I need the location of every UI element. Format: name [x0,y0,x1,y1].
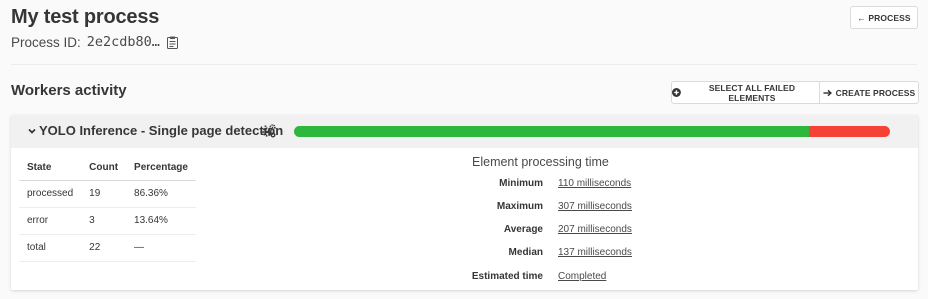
cogs-icon [262,124,276,138]
state-cell: error [19,207,82,235]
progress-error-segment [808,126,890,137]
process-id-value: 2e2cdb80… [86,34,160,50]
timing-row-maximum: Maximum 307 milliseconds [441,201,632,212]
timing-row-average: Average 207 milliseconds [441,224,632,235]
worker-progress-bar [294,126,890,137]
section-title: Workers activity [11,82,127,99]
state-cell: processed [19,180,82,208]
arrow-right-icon [823,89,832,96]
page-title: My test process [11,6,160,28]
worker-card: YOLO Inference - Single page detection S… [11,115,918,290]
table-row: total 22 — [19,234,196,262]
create-process-button[interactable]: CREATE PROCESS [820,81,919,104]
timing-title: Element processing time [472,155,609,169]
timing-row-median: Median 137 milliseconds [441,247,632,258]
timing-value[interactable]: 110 milliseconds [558,178,631,189]
timing-value[interactable]: 137 milliseconds [558,247,632,258]
timing-label: Median [508,247,543,258]
percentage-cell: — [126,234,196,262]
state-cell: total [19,234,82,262]
clipboard-icon[interactable] [166,36,178,49]
process-id-label: Process ID: [11,34,81,50]
process-id: Process ID: 2e2cdb80… [11,34,178,50]
percentage-cell: 86.36% [126,180,196,208]
header-divider [11,64,917,65]
progress-processed-segment [294,126,809,137]
select-failed-elements-button[interactable]: SELECT ALL FAILED ELEMENTS [671,81,820,104]
percentage-cell: 13.64% [126,207,196,235]
select-failed-label: SELECT ALL FAILED ELEMENTS [708,82,796,103]
column-header: State [19,155,82,181]
timing-row-estimated-time: Estimated time Completed [441,271,607,282]
worker-name: YOLO Inference - Single page detection [39,123,284,138]
timing-label: Average [503,224,543,235]
timing-value[interactable]: 207 milliseconds [558,224,632,235]
timing-value[interactable]: 307 milliseconds [558,201,632,212]
states-table-header: State Count Percentage [19,155,196,181]
workers-actions: SELECT ALL FAILED ELEMENTS CREATE PROCES… [671,81,919,104]
count-cell: 22 [81,234,127,262]
timing-row-minimum: Minimum 110 milliseconds [441,178,631,189]
column-header: Count [81,155,127,181]
process-button[interactable]: ← PROCESS [850,6,918,29]
count-cell: 19 [81,180,127,208]
count-cell: 3 [81,207,127,235]
timing-label: Maximum [496,201,543,212]
timing-label: Estimated time [471,271,543,282]
chevron-down-icon[interactable] [27,126,37,136]
table-row: processed 19 86.36% [19,180,196,208]
states-table: State Count Percentage processed 19 86.3… [19,155,196,262]
timing-value[interactable]: Completed [558,271,606,282]
table-row: error 3 13.64% [19,207,196,235]
column-header: Percentage [126,155,196,181]
plus-circle-icon [672,88,681,97]
timing-label: Minimum [499,178,543,189]
create-process-label: CREATE PROCESS [835,87,916,98]
worker-header[interactable]: YOLO Inference - Single page detection [11,115,918,148]
